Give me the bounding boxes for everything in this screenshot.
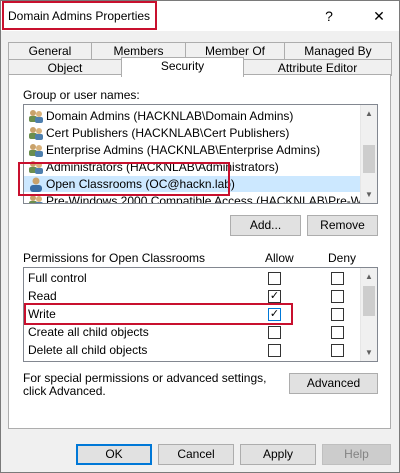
tab-security[interactable]: Security — [121, 57, 244, 77]
list-item-label: Open Classrooms (OC@hackn.lab) — [46, 177, 235, 191]
security-panel: Group or user names: Domain Admins (HACK… — [8, 74, 391, 429]
advanced-button[interactable]: Advanced — [289, 373, 378, 394]
deny-checkbox[interactable] — [331, 344, 344, 357]
list-item-label: Pre-Windows 2000 Compatible Access (HACK… — [46, 194, 378, 204]
scroll-thumb[interactable] — [363, 286, 375, 316]
deny-checkbox[interactable] — [331, 326, 344, 339]
tab-label: Managed By — [304, 44, 372, 58]
tab-label: Object — [47, 61, 83, 75]
group-icon — [29, 144, 43, 157]
advanced-description: For special permissions or advanced sett… — [23, 371, 267, 398]
scroll-up-icon[interactable]: ▲ — [361, 268, 377, 285]
apply-button[interactable]: Apply — [240, 444, 316, 465]
list-item-label: Administrators (HACKNLAB\Administrators) — [46, 160, 279, 174]
tab-label: Security — [160, 59, 205, 73]
group-icon — [29, 161, 43, 174]
tab-label: Member Of — [204, 44, 265, 58]
help-button-label: Help — [344, 447, 369, 461]
permissions-scrollbar[interactable]: ▲ ▼ — [360, 268, 377, 361]
permission-name: Write — [28, 307, 56, 321]
permission-name: Read — [28, 289, 57, 303]
tab-label: Members — [113, 44, 164, 58]
permissions-label: Permissions for Open Classrooms — [23, 251, 206, 265]
ok-button-label: OK — [105, 447, 123, 461]
scroll-thumb[interactable] — [363, 145, 375, 173]
allow-checkbox[interactable] — [268, 344, 281, 357]
properties-dialog: Domain Admins Properties ? ✕ General Mem… — [0, 0, 400, 473]
permission-name: Full control — [28, 271, 87, 285]
close-icon: ✕ — [373, 8, 385, 24]
permission-name: Create all child objects — [28, 325, 149, 339]
advanced-button-label: Advanced — [306, 376, 361, 390]
allow-header: Allow — [265, 251, 294, 265]
deny-checkbox[interactable] — [331, 290, 344, 303]
allow-checkbox[interactable]: ✓ — [268, 308, 281, 321]
user-icon — [30, 177, 42, 192]
tab-label: General — [28, 44, 72, 58]
question-icon: ? — [325, 8, 333, 24]
permission-row: Full control — [28, 270, 358, 287]
remove-button-label: Remove — [320, 218, 365, 232]
deny-checkbox[interactable] — [331, 308, 344, 321]
permission-row: Read ✓ — [28, 288, 358, 305]
scroll-up-icon[interactable]: ▲ — [361, 105, 377, 122]
scroll-down-icon[interactable]: ▼ — [361, 344, 377, 361]
remove-button[interactable]: Remove — [307, 215, 378, 236]
title-bar: Domain Admins Properties ? ✕ — [1, 1, 399, 31]
allow-checkbox[interactable] — [268, 326, 281, 339]
help-title-button[interactable]: ? — [317, 5, 341, 27]
close-button[interactable]: ✕ — [367, 5, 391, 27]
list-item-selected[interactable]: Open Classrooms (OC@hackn.lab) — [24, 176, 365, 192]
deny-header: Deny — [328, 251, 357, 265]
cancel-button-label: Cancel — [177, 447, 215, 461]
tab-managed-by[interactable]: Managed By — [284, 42, 392, 59]
permission-row: Write ✓ — [28, 306, 358, 323]
permission-row: Delete all child objects — [28, 342, 358, 359]
deny-checkbox[interactable] — [331, 272, 344, 285]
tab-general[interactable]: General — [8, 42, 92, 59]
permission-name: Delete all child objects — [28, 343, 148, 357]
list-item-label: Enterprise Admins (HACKNLAB\Enterprise A… — [46, 143, 321, 157]
apply-button-label: Apply — [262, 447, 294, 461]
ok-button[interactable]: OK — [76, 444, 152, 465]
add-button[interactable]: Add... — [230, 215, 301, 236]
group-icon — [29, 110, 43, 123]
group-icon — [29, 127, 43, 140]
group-user-list[interactable]: Domain Admins (HACKNLAB\Domain Admins) C… — [23, 104, 378, 204]
group-icon — [29, 195, 43, 203]
add-button-label: Add... — [249, 218, 282, 232]
group-list-scrollbar[interactable]: ▲ ▼ — [360, 105, 377, 203]
allow-checkbox[interactable] — [268, 272, 281, 285]
cancel-button[interactable]: Cancel — [158, 444, 234, 465]
list-item-label: Cert Publishers (HACKNLAB\Cert Publisher… — [46, 126, 290, 140]
help-button[interactable]: Help — [322, 444, 391, 465]
group-names-label: Group or user names: — [23, 88, 140, 102]
window-title: Domain Admins Properties — [8, 9, 151, 23]
scroll-down-icon[interactable]: ▼ — [361, 186, 377, 203]
tab-label: Attribute Editor — [277, 61, 358, 75]
allow-checkbox[interactable]: ✓ — [268, 290, 281, 303]
permission-row: Create all child objects — [28, 324, 358, 341]
permissions-list: Full control Read ✓ Write ✓ Create all c… — [23, 267, 378, 362]
list-item-label: Domain Admins (HACKNLAB\Domain Admins) — [46, 109, 294, 123]
